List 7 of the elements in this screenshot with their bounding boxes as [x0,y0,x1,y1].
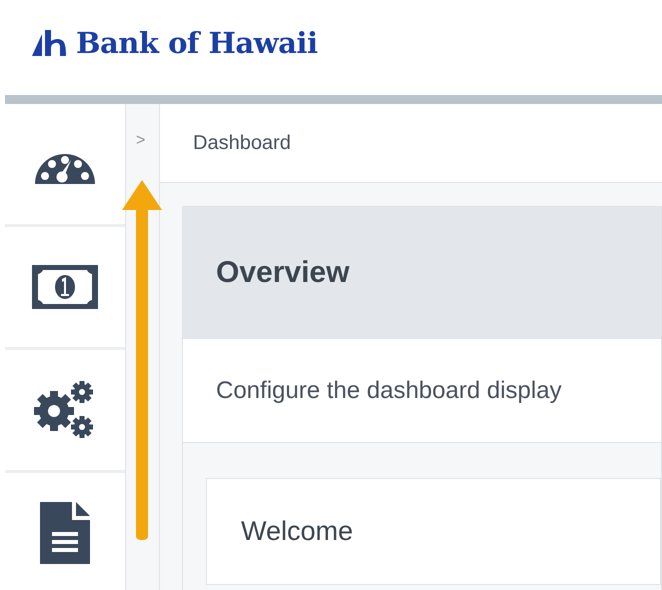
brand-name: Bank of Hawaii [76,26,318,60]
breadcrumb[interactable]: Dashboard [193,132,291,154]
panel-description: Configure the dashboard display [216,376,562,404]
banknote-icon[interactable] [32,265,98,309]
document-icon[interactable] [40,502,90,564]
card-title: Welcome [241,516,354,547]
panel-title: Overview [216,256,350,290]
